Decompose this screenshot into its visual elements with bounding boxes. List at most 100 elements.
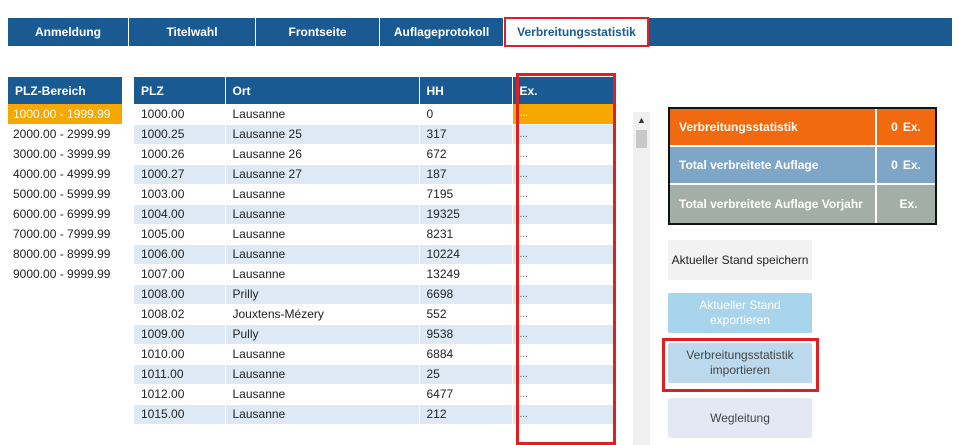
stat-row: Total verbreitete Auflage Vorjahr Ex.	[670, 185, 935, 223]
column-header-ort[interactable]: Ort	[225, 77, 420, 104]
cell-ex[interactable]: ...	[512, 284, 613, 305]
plz-range-item[interactable]: 7000.00 - 7999.99	[8, 224, 122, 244]
cell-plz: 1009.00	[134, 324, 226, 345]
cell-plz: 1008.02	[134, 304, 226, 325]
cell-plz: 1000.27	[134, 164, 226, 185]
cell-ort: Jouxtens-Mézery	[225, 304, 420, 325]
column-header-hh[interactable]: HH	[419, 77, 513, 104]
cell-ort: Lausanne	[225, 224, 420, 245]
plz-range-item[interactable]: 8000.00 - 8999.99	[8, 244, 122, 264]
tab-frontseite[interactable]: Frontseite	[256, 18, 380, 46]
cell-hh: 19325	[419, 204, 513, 225]
cell-ex[interactable]: ...	[512, 404, 613, 425]
plz-range-item[interactable]: 2000.00 - 2999.99	[8, 124, 122, 144]
cell-ex[interactable]: ...	[512, 264, 613, 285]
cell-hh: 25	[419, 364, 513, 385]
cell-ex[interactable]: ...	[512, 244, 613, 265]
stat-number: 0	[891, 158, 898, 172]
table-row[interactable]: 1004.00 Lausanne 19325...	[134, 204, 613, 225]
stat-value: Ex.	[875, 185, 935, 223]
cell-ort: Lausanne	[225, 104, 420, 125]
cell-hh: 317	[419, 124, 513, 145]
plz-range-item[interactable]: 1000.00 - 1999.99	[8, 104, 122, 124]
cell-ex[interactable]: ...	[512, 204, 613, 225]
table-header-row: PLZ Ort HH Ex.	[134, 77, 613, 104]
plz-range-item[interactable]: 5000.00 - 5999.99	[8, 184, 122, 204]
cell-ort: Lausanne	[225, 344, 420, 365]
stat-unit: Ex.	[899, 197, 918, 211]
cell-ex[interactable]: ...	[512, 224, 613, 245]
cell-ex[interactable]: ...	[512, 124, 613, 145]
cell-hh: 187	[419, 164, 513, 185]
cell-ex[interactable]: ...	[512, 164, 613, 185]
cell-ex[interactable]: ...	[512, 324, 613, 345]
table-row[interactable]: 1000.25 Lausanne 25 317...	[134, 124, 613, 145]
cell-ex[interactable]: ...	[512, 144, 613, 165]
tab-titelwahl[interactable]: Titelwahl	[129, 18, 256, 46]
stat-number: 0	[891, 120, 898, 134]
table-row[interactable]: 1000.26 Lausanne 26 672...	[134, 144, 613, 165]
tab-verbreitungsstatistik[interactable]: Verbreitungsstatistik	[504, 17, 649, 47]
table-row[interactable]: 1000.27 Lausanne 27 187...	[134, 164, 613, 185]
tab-anmeldung[interactable]: Anmeldung	[8, 18, 129, 46]
stat-row: Total verbreitete Auflage 0 Ex.	[670, 147, 935, 185]
cell-hh: 13249	[419, 264, 513, 285]
column-header-ex[interactable]: Ex.	[512, 77, 613, 104]
cell-ort: Lausanne	[225, 404, 420, 425]
table-row[interactable]: 1010.00 Lausanne 6884...	[134, 344, 613, 365]
save-state-button[interactable]: Aktueller Stand speichern	[668, 240, 812, 280]
cell-ex[interactable]: ...	[512, 344, 613, 365]
cell-plz: 1003.00	[134, 184, 226, 205]
cell-ex[interactable]: ...	[512, 384, 613, 405]
cell-ex[interactable]: ...	[512, 184, 613, 205]
table-row[interactable]: 1009.00 Pully 9538...	[134, 324, 613, 345]
table-row[interactable]: 1008.02 Jouxtens-Mézery 552...	[134, 304, 613, 325]
table-row[interactable]: 1012.00 Lausanne 6477...	[134, 384, 613, 405]
cell-hh: 6884	[419, 344, 513, 365]
stat-value: 0 Ex.	[875, 147, 935, 183]
cell-ex[interactable]: ...	[512, 304, 613, 325]
table-row[interactable]: 1007.00 Lausanne 13249...	[134, 264, 613, 285]
cell-hh: 7195	[419, 184, 513, 205]
cell-plz: 1015.00	[134, 404, 226, 425]
export-state-button[interactable]: Aktueller Stand exportieren	[668, 293, 812, 333]
import-statistics-button[interactable]: Verbreitungsstatistik importieren	[668, 343, 812, 383]
stat-unit: Ex.	[902, 158, 921, 172]
cell-hh: 9538	[419, 324, 513, 345]
cell-plz: 1010.00	[134, 344, 226, 365]
scroll-thumb[interactable]	[636, 130, 647, 148]
plz-range-panel: PLZ-Bereich 1000.00 - 1999.99 2000.00 - 2…	[8, 77, 122, 284]
cell-ort: Pully	[225, 324, 420, 345]
cell-ort: Lausanne	[225, 384, 420, 405]
cell-ort: Prilly	[225, 284, 420, 305]
table-row[interactable]: 1000.00 Lausanne 0...	[134, 104, 613, 125]
cell-plz: 1000.00	[134, 104, 226, 125]
table-row[interactable]: 1003.00 Lausanne 7195...	[134, 184, 613, 205]
cell-ort: Lausanne 26	[225, 144, 420, 165]
table-scrollbar[interactable]: ▲	[633, 112, 650, 445]
column-header-plz[interactable]: PLZ	[134, 77, 226, 104]
cell-plz: 1000.25	[134, 124, 226, 145]
stat-label: Total verbreitete Auflage Vorjahr	[679, 197, 863, 211]
table-row[interactable]: 1011.00 Lausanne 25...	[134, 364, 613, 385]
cell-ort: Lausanne 27	[225, 164, 420, 185]
plz-range-item[interactable]: 4000.00 - 4999.99	[8, 164, 122, 184]
table-row[interactable]: 1005.00 Lausanne 8231...	[134, 224, 613, 245]
plz-range-item[interactable]: 6000.00 - 6999.99	[8, 204, 122, 224]
plz-range-item[interactable]: 9000.00 - 9999.99	[8, 264, 122, 284]
table-row[interactable]: 1008.00 Prilly 6698...	[134, 284, 613, 305]
table-row[interactable]: 1015.00 Lausanne 212...	[134, 404, 613, 425]
scroll-up-icon[interactable]: ▲	[633, 112, 650, 128]
guide-button[interactable]: Wegleitung	[668, 398, 812, 438]
cell-plz: 1008.00	[134, 284, 226, 305]
cell-ex[interactable]: ...	[512, 104, 613, 125]
distribution-table: PLZ Ort HH Ex. 1000.00 Lausanne 0... 1000.2…	[134, 77, 613, 425]
cell-ort: Lausanne	[225, 204, 420, 225]
cell-hh: 672	[419, 144, 513, 165]
stat-value: 0 Ex.	[875, 109, 935, 145]
plz-range-item[interactable]: 3000.00 - 3999.99	[8, 144, 122, 164]
tab-auflageprotokoll[interactable]: Auflageprotokoll	[380, 18, 504, 46]
cell-plz: 1011.00	[134, 364, 226, 385]
cell-ex[interactable]: ...	[512, 364, 613, 385]
table-row[interactable]: 1006.00 Lausanne 10224...	[134, 244, 613, 265]
